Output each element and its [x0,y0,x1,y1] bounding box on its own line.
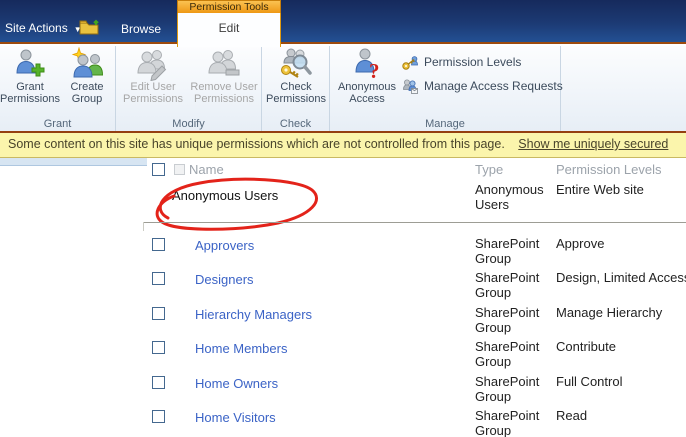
sharepoint-permissions-page: Site Actions ▼ Browse Permission Tools E… [0,0,686,437]
folder-icon [79,19,99,35]
row-type: SharePoint Group [475,236,540,266]
edit-user-permissions-label-2: Permissions [123,93,183,105]
show-uniquely-secured-link[interactable]: Show me uniquely secured [518,137,668,151]
row-permission: Manage Hierarchy [556,305,663,320]
tab-edit-active[interactable]: Edit [177,13,281,47]
ribbon: Grant Permissions Create Group Grant Edi… [0,46,686,131]
remove-user-permissions-icon [208,50,240,76]
status-message: Some content on this site has unique per… [8,137,505,151]
row-type: SharePoint Group [475,339,540,369]
remove-user-permissions-label-1: Remove User [190,81,258,93]
row-name-anonymous-users: Anonymous Users [172,188,279,203]
manage-access-requests-label: Manage Access Requests [424,79,563,93]
row-permission: Approve [556,236,605,251]
ribbon-group-label-grant: Grant [43,118,72,130]
status-bar: Some content on this site has unique per… [0,131,686,158]
left-nav-edge [0,158,147,166]
edit-user-permissions-icon [137,50,167,81]
row-permission: Contribute [556,339,616,354]
row-checkbox-home-owners[interactable] [152,376,165,389]
anonymous-access-button[interactable]: ? Anonymous Access [333,47,401,105]
row-checkbox-home-visitors[interactable] [152,410,165,423]
column-header-name[interactable]: Name [189,162,224,177]
ribbon-group-label-check: Check [279,118,312,130]
row-link-home-owners[interactable]: Home Owners [195,376,278,391]
create-group-button[interactable]: Create Group [60,47,114,105]
row-link-hierarchy-managers[interactable]: Hierarchy Managers [195,307,312,322]
manage-access-requests-icon [403,79,418,94]
column-header-permission-levels[interactable]: Permission Levels [556,162,662,177]
manage-access-requests-button[interactable]: Manage Access Requests [402,76,563,96]
row-checkbox-approvers[interactable] [152,238,165,251]
anonymous-access-icon: ? [355,48,380,81]
list-separator [143,222,686,223]
check-permissions-icon [281,48,312,78]
edit-user-permissions-button: Edit User Permissions [120,47,186,105]
contextual-tab-group-header: Permission Tools [177,0,281,13]
permission-levels-label: Permission Levels [424,55,522,69]
row-type: SharePoint Group [475,374,540,404]
remove-user-permissions-label-2: Permissions [194,93,254,105]
check-permissions-label-1: Check [280,81,312,93]
row-permission: Design, Limited Access [556,270,686,285]
row-link-home-members[interactable]: Home Members [195,341,287,356]
row-checkbox-home-members[interactable] [152,341,165,354]
tab-browse-label: Browse [120,22,161,36]
tab-browse[interactable]: Browse [112,16,170,43]
name-header-checkbox-icon [174,164,185,175]
folder-up-button[interactable] [79,18,101,36]
remove-user-permissions-button: Remove User Permissions [188,47,260,105]
annotation-circle [155,177,318,231]
ribbon-group-manage: ? Anonymous Access Permission Levels Man… [330,46,563,131]
row-permission: Read [556,408,588,423]
permission-levels-button[interactable]: Permission Levels [402,52,521,72]
row-checkbox-designers[interactable] [152,272,165,285]
site-actions-label: Site Actions [5,21,68,35]
row-checkbox-hierarchy-managers[interactable] [152,307,165,320]
contextual-group-label: Permission Tools [189,1,269,13]
row-type: SharePoint Group [475,408,540,437]
svg-text:?: ? [369,59,380,81]
site-actions-menu[interactable]: Site Actions ▼ [5,21,82,35]
list-separator-tick [143,222,144,231]
column-header-type[interactable]: Type [475,162,503,177]
row-permission: Entire Web site [556,182,644,197]
row-type: SharePoint Group [475,270,540,300]
ribbon-group-modify: Edit User Permissions Remove User Permis… [116,46,262,131]
tab-edit-label: Edit [218,21,240,35]
row-link-designers[interactable]: Designers [195,272,254,287]
ribbon-group-grant: Grant Permissions Create Group Grant [0,46,116,131]
row-type: SharePoint Group [475,305,540,335]
anonymous-access-label-1: Anonymous [337,81,397,93]
anonymous-access-label-2: Access [349,93,385,105]
check-permissions-label-2: Permissions [266,93,326,105]
row-link-approvers[interactable]: Approvers [195,238,254,253]
create-group-label-1: Create [70,81,104,93]
grant-permissions-label-2: Permissions [0,93,60,105]
ribbon-group-label-manage: Manage [425,118,465,130]
grant-permissions-icon [16,49,45,77]
ribbon-group-label-modify: Modify [172,118,205,130]
grant-permissions-button[interactable]: Grant Permissions [0,47,60,105]
create-group-icon [71,47,104,78]
row-type: Anonymous Users [475,182,544,212]
create-group-label-2: Group [71,93,103,105]
row-link-home-visitors[interactable]: Home Visitors [195,410,276,425]
top-bar: Site Actions ▼ Browse Permission Tools E… [0,0,686,47]
ribbon-group-check: Check Permissions Check [262,46,330,131]
grant-permissions-label-1: Grant [16,81,44,93]
check-permissions-button[interactable]: Check Permissions [264,47,328,105]
permission-levels-icon [402,55,418,70]
row-permission: Full Control [556,374,623,389]
edit-user-permissions-label-1: Edit User [130,81,176,93]
select-all-checkbox[interactable] [152,163,165,176]
